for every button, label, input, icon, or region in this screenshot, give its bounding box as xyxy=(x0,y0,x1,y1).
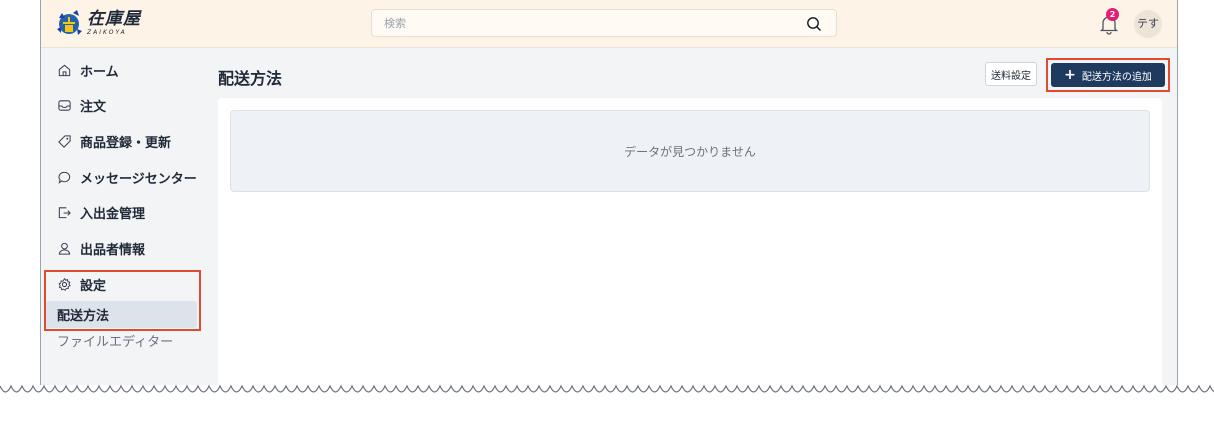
tag-icon xyxy=(58,134,71,148)
plus-icon: + xyxy=(1064,67,1076,83)
sidebar-item-label: 商品登録・更新 xyxy=(80,135,172,151)
add-shipping-method-label: 配送方法の追加 xyxy=(1081,71,1152,83)
sidebar-item-orders[interactable]: 注文 xyxy=(41,88,202,122)
empty-state-message: データが見つかりません xyxy=(624,144,756,159)
sidebar-item-label: 設定 xyxy=(80,278,107,294)
home-icon xyxy=(58,64,71,76)
sidebar-item-label: 入出金管理 xyxy=(80,206,146,222)
avatar[interactable]: テす xyxy=(1134,10,1162,38)
logo-mark-icon xyxy=(57,10,82,35)
sidebar: ホーム 注文 商品登録・更新 メッセージセンター 入出金管理 出品者情報 設定 … xyxy=(41,48,202,385)
user-icon xyxy=(58,242,71,255)
logo-title: 在庫屋 xyxy=(87,8,141,29)
shipping-fee-settings-button[interactable]: 送料設定 xyxy=(985,62,1037,86)
add-shipping-method-button[interactable]: + 配送方法の追加 xyxy=(1051,63,1165,87)
chat-icon xyxy=(58,171,71,184)
sidebar-item-label: メッセージセンター xyxy=(80,171,197,187)
search-icon[interactable] xyxy=(806,16,822,32)
notification-badge: 2 xyxy=(1106,8,1119,21)
logo[interactable]: 在庫屋 ZAIKOYA xyxy=(55,7,141,39)
torn-edge-decoration xyxy=(0,384,1214,402)
sidebar-item-seller-info[interactable]: 出品者情報 xyxy=(41,231,202,265)
sidebar-item-payments[interactable]: 入出金管理 xyxy=(41,195,202,229)
transfer-icon xyxy=(58,206,71,218)
sidebar-item-products[interactable]: 商品登録・更新 xyxy=(41,124,202,158)
sidebar-subitem-shipping-methods[interactable]: 配送方法 xyxy=(45,301,197,328)
notification-button[interactable]: 2 xyxy=(1097,8,1121,36)
empty-state: データが見つかりません xyxy=(230,110,1150,192)
sidebar-item-home[interactable]: ホーム xyxy=(41,53,202,87)
sidebar-item-settings[interactable]: 設定 xyxy=(41,267,202,301)
app-window: 在庫屋 ZAIKOYA 2 テす ホーム xyxy=(40,0,1178,385)
add-button-highlight-box: + 配送方法の追加 xyxy=(1046,58,1170,92)
gear-icon xyxy=(58,277,71,291)
inbox-icon xyxy=(58,99,71,111)
sidebar-subitem-file-editor[interactable]: ファイルエディター xyxy=(45,327,197,354)
search-box xyxy=(371,9,837,37)
header: 在庫屋 ZAIKOYA 2 テす xyxy=(41,0,1177,48)
sidebar-item-label: 出品者情報 xyxy=(80,242,146,258)
content-card: データが見つかりません xyxy=(218,98,1162,385)
main-content: 配送方法 送料設定 + 配送方法の追加 データが見つかりません xyxy=(202,48,1177,385)
search-input[interactable] xyxy=(372,10,804,36)
sidebar-item-label: ホーム xyxy=(80,64,119,80)
logo-subtitle: ZAIKOYA xyxy=(87,28,127,36)
sidebar-item-label: 注文 xyxy=(80,99,107,115)
sidebar-item-messages[interactable]: メッセージセンター xyxy=(41,160,202,194)
page-title: 配送方法 xyxy=(218,69,283,88)
